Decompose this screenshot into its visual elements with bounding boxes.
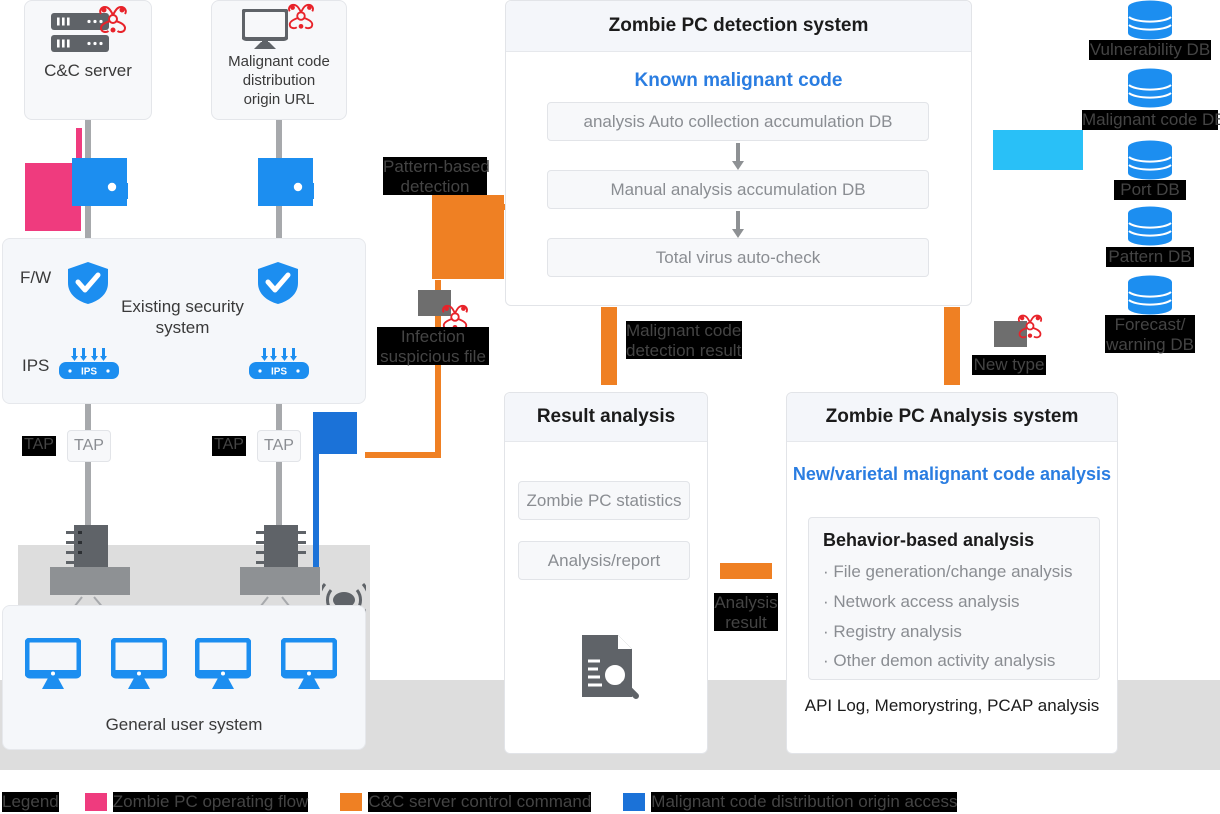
gear-icon	[92, 174, 128, 200]
database-icon	[1128, 0, 1172, 40]
tap-box-right[interactable]: TAP	[257, 430, 301, 462]
database-icon	[1128, 140, 1172, 180]
label-analysis-result: Analysis result	[714, 593, 778, 633]
legend-swatch-1	[340, 793, 363, 811]
pattern-detection-block	[432, 195, 504, 279]
arrow-down-icon	[732, 211, 744, 238]
switch-stack-icon-right	[240, 525, 320, 595]
db-label-0: Vulnerability DB	[1089, 40, 1211, 60]
arrow-down-icon	[732, 143, 744, 170]
label-fw: F/W	[20, 268, 52, 287]
existing-security-title: Existing security system	[121, 297, 244, 338]
database-icon	[1128, 206, 1172, 246]
legend: Legend Zombie PC operating flow C&C serv…	[0, 790, 1220, 814]
svg-text:IPS: IPS	[271, 367, 287, 378]
result-analysis-title: Result analysis	[505, 393, 707, 442]
svg-text:IPS: IPS	[81, 367, 97, 378]
db-label-4: Forecast/ warning DB	[1105, 315, 1195, 355]
biohazard-icon	[99, 5, 127, 33]
new-type-bar	[944, 307, 960, 385]
legend-label-2: Malignant code distribution origin acces…	[651, 791, 958, 813]
detection-result-bar	[601, 307, 617, 385]
label-new-type: New type	[972, 355, 1046, 375]
legend-label-1: C&C server control command	[368, 791, 592, 813]
label-malignant-detection-result: Malignant code detection result	[626, 321, 742, 361]
detection-step-3[interactable]: Total virus auto-check	[547, 238, 929, 277]
shield-check-icon	[68, 262, 108, 304]
label-ips: IPS	[22, 356, 50, 375]
node-label-distribution-url: Malignant code distribution origin URL	[228, 53, 330, 108]
monitor-icon	[281, 638, 337, 689]
cc-command-connector-h	[365, 452, 435, 458]
shield-check-icon	[258, 262, 298, 304]
analysis-result-bar	[720, 563, 772, 579]
analysis-system-title: Zombie PC Analysis system	[787, 393, 1117, 442]
db-label-2: Port DB	[1114, 180, 1186, 200]
monitor-icon	[25, 638, 81, 689]
behavior-analysis-box: Behavior-based analysis · File generatio…	[808, 517, 1100, 680]
legend-swatch-0	[84, 793, 107, 811]
biohazard-icon	[288, 3, 314, 30]
label-infection-suspicious-file: Infection suspicious file	[377, 327, 489, 366]
monitor-icon	[195, 638, 251, 689]
result-analysis-item-1[interactable]: Analysis/report	[518, 541, 690, 580]
legend-title: Legend	[2, 791, 59, 813]
ips-device-icon: IPS	[249, 348, 309, 379]
node-distribution-url[interactable]: Malignant code distribution origin URL	[211, 0, 347, 120]
diagram-canvas: C&C server Malignant code distribution o…	[0, 0, 1220, 814]
biohazard-icon	[1017, 314, 1043, 339]
detection-system-subtitle: Known malignant code	[634, 70, 843, 91]
behavior-analysis-item-0: · File generation/change analysis	[823, 562, 1073, 581]
behavior-analysis-item-1: · Network access analysis	[823, 591, 1020, 611]
general-user-title: General user system	[105, 715, 263, 734]
document-search-icon	[582, 635, 639, 699]
db-flow-block	[993, 130, 1083, 170]
detection-step-2[interactable]: Manual analysis accumulation DB	[547, 170, 929, 209]
ips-device-icon: IPS	[59, 348, 119, 379]
result-analysis-item-0[interactable]: Zombie PC statistics	[518, 481, 690, 520]
behavior-analysis-title: Behavior-based analysis	[823, 530, 1035, 550]
tap-label-right: TAP	[212, 436, 246, 456]
legend-label-0: Zombie PC operating flow	[112, 791, 309, 813]
db-label-1: Malignant code DB	[1082, 110, 1220, 130]
behavior-analysis-item-3: · Other demon activity analysis	[823, 651, 1056, 671]
monitor-icon	[111, 638, 167, 689]
analysis-system-subtitle: New/varietal malignant code analysis	[792, 464, 1112, 484]
behavior-analysis-item-2: · Registry analysis	[823, 621, 962, 641]
label-pattern-based-detection: Pattern-based detection	[383, 157, 490, 197]
detection-step-1[interactable]: analysis Auto collection accumulation DB	[547, 102, 929, 141]
database-icon	[1128, 68, 1172, 108]
tap-box-left[interactable]: TAP	[67, 430, 111, 462]
node-label-cc-server: C&C server	[44, 61, 132, 80]
monitor-icon	[242, 9, 288, 49]
db-label-3: Pattern DB	[1106, 247, 1194, 267]
legend-swatch-2	[623, 793, 646, 811]
database-icon	[1128, 275, 1172, 315]
analysis-system-footer: API Log, Memorystring, PCAP analysis	[804, 696, 1100, 715]
tap-label-left: TAP	[22, 436, 56, 456]
node-cc-server[interactable]: C&C server	[24, 0, 152, 120]
gear-icon	[278, 174, 314, 200]
malignant-access-block	[313, 412, 357, 454]
detection-system-title: Zombie PC detection system	[506, 1, 971, 52]
switch-stack-icon-left	[50, 525, 130, 595]
